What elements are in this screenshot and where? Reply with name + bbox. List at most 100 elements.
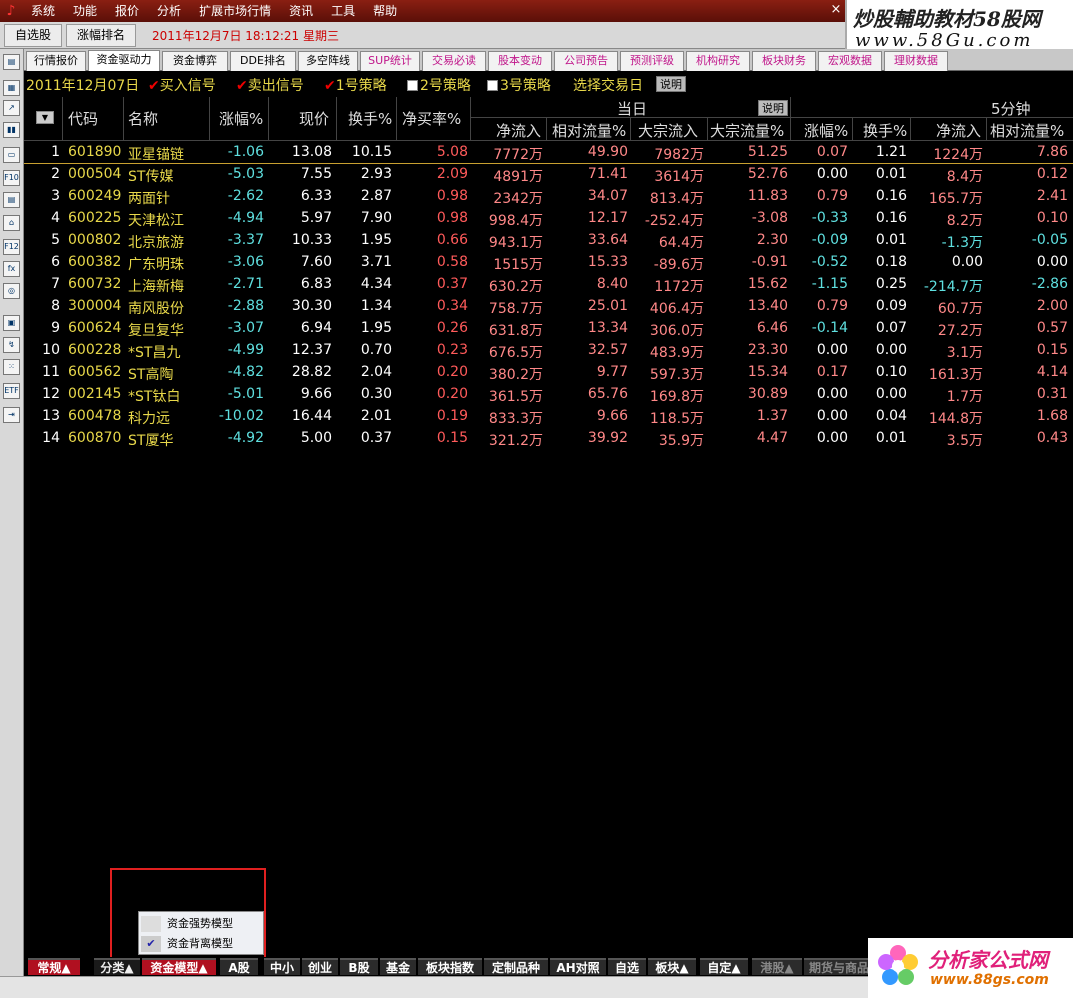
toolbar-icon-10[interactable]: ◎: [3, 283, 20, 299]
btab-custom-products[interactable]: 定制品种: [484, 958, 548, 975]
menu-help[interactable]: 帮助: [364, 0, 406, 22]
col-5min-pct[interactable]: 涨幅%: [804, 120, 848, 141]
btab-sector[interactable]: 板块▲: [648, 958, 696, 975]
tab-long-short[interactable]: 多空阵线: [298, 51, 358, 71]
toolbar-icon-1[interactable]: ▦: [3, 80, 20, 96]
btab-chinext[interactable]: 创业: [302, 958, 338, 975]
menu-extended-market[interactable]: 扩展市场行情: [190, 0, 280, 22]
btab-user-defined[interactable]: 自定▲: [700, 958, 748, 975]
table-row[interactable]: 9 600624 复旦复华 -3.07 6.94 1.95 0.26 631.8万 13.34 3…: [24, 318, 1073, 340]
tab-quote[interactable]: 行情报价: [26, 51, 86, 71]
explain-button[interactable]: 说明: [656, 76, 686, 92]
table-row[interactable]: 7 600732 上海新梅 -2.71 6.83 4.34 0.37 630.2万 8.40 11…: [24, 274, 1073, 296]
col-block-inflow[interactable]: 大宗流入: [638, 120, 698, 141]
min5-net-inflow: -214.7万: [923, 279, 983, 295]
stock-name: *ST钛白: [128, 389, 181, 405]
tab-share-capital[interactable]: 股本变动: [488, 51, 552, 71]
tab-dde-ranking[interactable]: DDE排名: [230, 51, 296, 71]
btab-general[interactable]: 常规▲: [28, 958, 80, 975]
menu-analysis[interactable]: 分析: [148, 0, 190, 22]
col-pct-change[interactable]: 涨幅%: [219, 108, 263, 129]
toolbar-icon-8[interactable]: F12: [3, 239, 20, 255]
tab-rating[interactable]: 预测评级: [620, 51, 684, 71]
toolbar-icon-12[interactable]: ↯: [3, 337, 20, 353]
menu-tools[interactable]: 工具: [322, 0, 364, 22]
tab-wealth-data[interactable]: 理财数据: [884, 51, 948, 71]
toolbar-icon-6[interactable]: ▤: [3, 192, 20, 208]
table-row[interactable]: 3 600249 两面针 -2.62 6.33 2.87 0.98 2342万 34.07 813…: [24, 186, 1073, 208]
btab-funds[interactable]: 基金: [380, 958, 416, 975]
turnover: 1.95: [360, 320, 392, 336]
gain-ranking-button[interactable]: 涨幅排名: [66, 23, 137, 47]
col-turnover[interactable]: 换手%: [348, 108, 392, 129]
menu-quote[interactable]: 报价: [106, 0, 148, 22]
menu-system[interactable]: 系统: [22, 0, 64, 22]
col-5min-net-inflow[interactable]: 净流入: [936, 120, 981, 141]
col-name[interactable]: 名称: [128, 108, 158, 129]
table-row[interactable]: 13 600478 科力远 -10.02 16.44 2.01 0.19 833.3万 9.66…: [24, 406, 1073, 428]
close-icon[interactable]: ×: [829, 2, 843, 18]
toolbar-icon-14[interactable]: ETF: [3, 383, 20, 399]
btab-capital-model[interactable]: 资金模型▲: [142, 958, 216, 975]
toolbar-icon-4[interactable]: ▭: [3, 147, 20, 163]
table-row[interactable]: 1 601890 亚星锚链 -1.06 13.08 10.15 5.08 7772万 49.90…: [24, 142, 1073, 164]
toolbar-icon-9[interactable]: fx: [3, 261, 20, 277]
today-explain-button[interactable]: 说明: [758, 100, 788, 116]
btab-ah-compare[interactable]: AH对照: [550, 958, 606, 975]
table-row[interactable]: 10 600228 *ST昌九 -4.99 12.37 0.70 0.23 676.5万 32.…: [24, 340, 1073, 362]
tab-company-forecast[interactable]: 公司预告: [554, 51, 618, 71]
strategy-2-checkbox[interactable]: 2号策略: [407, 75, 471, 95]
toolbar-icon-2[interactable]: ↗: [3, 100, 20, 116]
btab-a-shares[interactable]: A股: [220, 958, 258, 975]
strategy-3-checkbox[interactable]: 3号策略: [487, 75, 551, 95]
table-row[interactable]: 6 600382 广东明珠 -3.06 7.60 3.71 0.58 1515万 15.33 -8…: [24, 252, 1073, 274]
toolbar-icon-3[interactable]: ▮▮: [3, 122, 20, 138]
col-net-inflow[interactable]: 净流入: [496, 120, 541, 141]
toolbar-icon-15[interactable]: ⇥: [3, 407, 20, 423]
col-net-buy-rate[interactable]: 净买率%: [402, 108, 461, 129]
btab-sme[interactable]: 中小: [264, 958, 300, 975]
toolbar-icon-13[interactable]: ⁙: [3, 359, 20, 375]
tab-sup-stats[interactable]: SUP统计: [360, 51, 420, 71]
select-trade-day[interactable]: 选择交易日: [573, 75, 643, 95]
strategy-1-toggle[interactable]: ✔1号策略: [324, 75, 387, 95]
column-menu-icon[interactable]: ▼: [36, 111, 54, 124]
menu-item-divergence-model[interactable]: ✔ 资金背离模型: [139, 934, 263, 954]
col-code[interactable]: 代码: [68, 108, 98, 129]
table-row[interactable]: 4 600225 天津松江 -4.94 5.97 7.90 0.98 998.4万 12.17-…: [24, 208, 1073, 230]
btab-futures[interactable]: 期货与商品: [804, 958, 874, 975]
table-row[interactable]: 5 000802 北京旅游 -3.37 10.33 1.95 0.66 943.1万 33.64…: [24, 230, 1073, 252]
col-price[interactable]: 现价: [299, 108, 329, 129]
table-row[interactable]: 14 600870 ST厦华 -4.92 5.00 0.37 0.15 321.2万 39.92…: [24, 428, 1073, 450]
toolbar-icon-5[interactable]: F10: [3, 170, 20, 186]
col-relative-flow[interactable]: 相对流量%: [552, 120, 626, 141]
menu-item-strong-model[interactable]: 资金强势模型: [139, 914, 263, 934]
toolbar-icon-7[interactable]: ⌂: [3, 215, 20, 231]
tab-sector-finance[interactable]: 板块财务: [752, 51, 816, 71]
btab-b-shares[interactable]: B股: [340, 958, 378, 975]
toolbar-icon-0[interactable]: ▤: [3, 54, 20, 70]
col-block-flow[interactable]: 大宗流量%: [710, 120, 784, 141]
tab-capital-drive[interactable]: 资金驱动力: [88, 50, 160, 71]
tab-trading-must-read[interactable]: 交易必读: [422, 51, 486, 71]
tab-macro-data[interactable]: 宏观数据: [818, 51, 882, 71]
tab-institution-research[interactable]: 机构研究: [686, 51, 750, 71]
menu-function[interactable]: 功能: [64, 0, 106, 22]
table-row[interactable]: 12 002145 *ST钛白 -5.01 9.66 0.30 0.20 361.5万 65.7…: [24, 384, 1073, 406]
sell-signal-toggle[interactable]: ✔卖出信号: [236, 75, 304, 95]
btab-category[interactable]: 分类▲: [94, 958, 140, 975]
btab-watchlist[interactable]: 自选: [608, 958, 646, 975]
col-5min-turnover[interactable]: 换手%: [863, 120, 907, 141]
tab-capital-game[interactable]: 资金博弈: [162, 51, 228, 71]
menu-news[interactable]: 资讯: [280, 0, 322, 22]
table-row[interactable]: 8 300004 南风股份 -2.88 30.30 1.34 0.34 758.7万 25.01…: [24, 296, 1073, 318]
col-5min-relative-flow[interactable]: 相对流量%: [990, 120, 1064, 141]
btab-hk-stocks[interactable]: 港股▲: [752, 958, 802, 975]
toolbar-icon-11[interactable]: ▣: [3, 315, 20, 331]
btab-sector-index[interactable]: 板块指数: [418, 958, 482, 975]
block-inflow: 813.4万: [649, 191, 704, 207]
table-row[interactable]: 2 000504 ST传媒 -5.03 7.55 2.93 2.09 4891万 71.41 36…: [24, 164, 1073, 186]
watchlist-button[interactable]: 自选股: [4, 23, 63, 47]
buy-signal-toggle[interactable]: ✔买入信号: [148, 75, 216, 95]
table-row[interactable]: 11 600562 ST高陶 -4.82 28.82 2.04 0.20 380.2万 9.77…: [24, 362, 1073, 384]
